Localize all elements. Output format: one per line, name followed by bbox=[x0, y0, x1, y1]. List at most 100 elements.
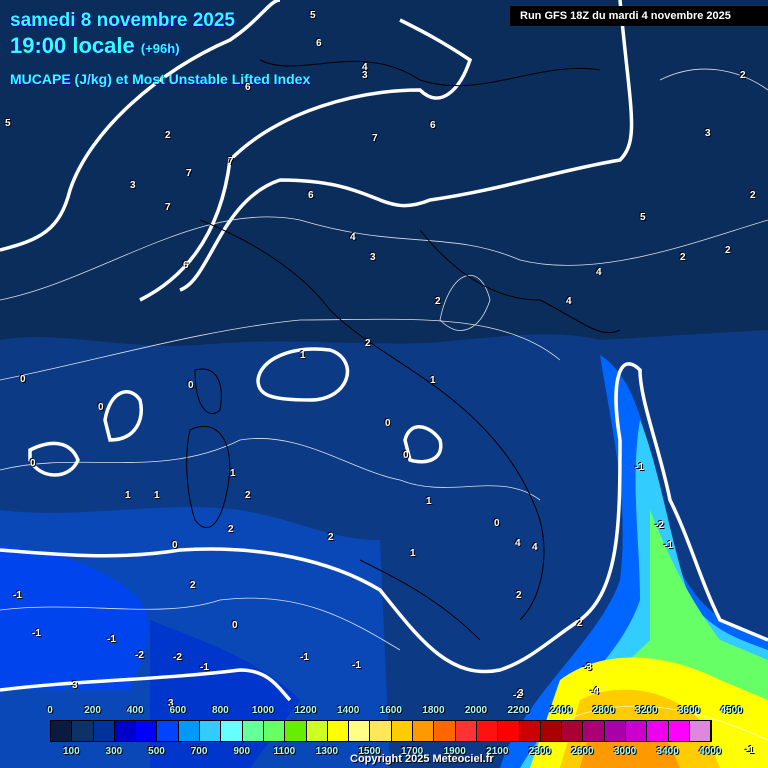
legend-tick-label: 4000 bbox=[699, 746, 722, 757]
lifted-index-label: 0 bbox=[188, 380, 194, 391]
lifted-index-label: 7 bbox=[228, 156, 234, 167]
lifted-index-label: 2 bbox=[328, 532, 334, 543]
lifted-index-label: 1 bbox=[410, 548, 416, 559]
lifted-index-label: 2 bbox=[228, 524, 234, 535]
lifted-index-label: 4 bbox=[566, 296, 572, 307]
lifted-index-label: -2 bbox=[173, 652, 182, 663]
legend-swatch bbox=[263, 721, 286, 741]
legend-tick-label: 1600 bbox=[379, 705, 402, 716]
legend-swatch bbox=[583, 721, 605, 741]
lifted-index-label: 3 bbox=[518, 688, 524, 699]
lifted-index-label: -1 bbox=[200, 662, 209, 673]
legend-tick-label: 2400 bbox=[550, 705, 573, 716]
lifted-index-label: 1 bbox=[426, 496, 432, 507]
lifted-index-label: 2 bbox=[190, 580, 196, 591]
lifted-index-label: 3 bbox=[130, 180, 136, 191]
cape-field bbox=[0, 0, 768, 768]
lifted-index-label: 6 bbox=[316, 38, 322, 49]
lifted-index-label: 0 bbox=[385, 418, 391, 429]
lifted-index-label: 5 bbox=[310, 10, 316, 21]
legend-tick-label: 2600 bbox=[571, 746, 594, 757]
lifted-index-label: 0 bbox=[30, 458, 36, 469]
lifted-index-label: 4 bbox=[532, 542, 538, 553]
legend-swatch bbox=[285, 721, 307, 741]
lifted-index-label: 6 bbox=[183, 260, 189, 271]
legend-tick-label: 4500 bbox=[720, 705, 743, 716]
legend-tick-label: 3600 bbox=[677, 705, 701, 716]
legend-swatch bbox=[668, 721, 690, 741]
legend-tick-label: 400 bbox=[126, 705, 144, 716]
legend-swatch bbox=[391, 721, 414, 741]
lead-time: (+96h) bbox=[140, 41, 180, 56]
legend-tick-label: 500 bbox=[148, 746, 165, 757]
legend-tick-label: 800 bbox=[212, 705, 229, 716]
legend-swatch bbox=[476, 721, 499, 741]
lifted-index-label: 5 bbox=[640, 212, 646, 223]
legend-tick-label: 700 bbox=[190, 746, 208, 757]
legend-tick-label: 100 bbox=[62, 746, 80, 757]
legend-tick-label: 600 bbox=[169, 705, 187, 716]
legend-swatch bbox=[562, 721, 584, 741]
lifted-index-label: 4 bbox=[515, 538, 521, 549]
legend-swatch bbox=[178, 721, 201, 741]
legend-swatch bbox=[157, 721, 179, 741]
lifted-index-label: 3 bbox=[370, 252, 376, 263]
legend-tick-label: 900 bbox=[233, 746, 251, 757]
legend-tick-label: 0 bbox=[47, 705, 53, 716]
lifted-index-label: 6 bbox=[430, 120, 436, 131]
legend-swatch bbox=[434, 721, 456, 741]
lifted-index-label: 2 bbox=[750, 190, 756, 201]
legend-swatch bbox=[242, 721, 264, 741]
legend-tick-label: 2800 bbox=[592, 705, 615, 716]
lifted-index-label: 0 bbox=[20, 374, 26, 385]
legend-tick-label: 300 bbox=[105, 746, 123, 757]
lifted-index-label: -1 bbox=[107, 634, 116, 645]
legend-tick-label: 2200 bbox=[507, 705, 530, 716]
lifted-index-label: -2 bbox=[655, 520, 664, 531]
lifted-index-label: 2 bbox=[245, 490, 251, 501]
legend-tick-label: 1400 bbox=[337, 705, 360, 716]
legend-swatch bbox=[519, 721, 541, 741]
lifted-index-label: 6 bbox=[245, 82, 251, 93]
lifted-index-label: 0 bbox=[494, 518, 500, 529]
lifted-index-label: -1 bbox=[635, 462, 644, 473]
lifted-index-label: 0 bbox=[172, 540, 178, 551]
lifted-index-label: 7 bbox=[186, 168, 192, 179]
lifted-index-label: 2 bbox=[516, 590, 522, 601]
parameter-title: MUCAPE (J/kg) et Most Unstable Lifted In… bbox=[10, 71, 311, 87]
lifted-index-label: 2 bbox=[740, 70, 746, 81]
lifted-index-label: 1 bbox=[125, 490, 131, 501]
lifted-index-label: -1 bbox=[13, 590, 22, 601]
legend-tick-label: 3200 bbox=[635, 705, 658, 716]
legend-tick-label: 1300 bbox=[315, 746, 339, 757]
local-time: 19:00 locale bbox=[10, 33, 135, 58]
legend-tick-label: 200 bbox=[84, 705, 101, 716]
forecast-time: 19:00 locale (+96h) bbox=[10, 33, 180, 59]
legend-tick-label: 1100 bbox=[273, 746, 296, 757]
legend-swatch bbox=[136, 721, 158, 741]
legend-swatch bbox=[604, 721, 627, 741]
legend-swatch bbox=[413, 721, 435, 741]
lifted-index-label: -4 bbox=[590, 686, 599, 697]
lifted-index-label: -3 bbox=[583, 662, 592, 673]
forecast-date: samedi 8 novembre 2025 bbox=[10, 10, 235, 31]
model-run-label: Run GFS 18Z du mardi 4 novembre 2025 bbox=[510, 6, 768, 26]
legend-swatch bbox=[51, 721, 73, 741]
legend-swatch bbox=[221, 721, 243, 741]
lifted-index-label: 2 bbox=[365, 338, 371, 349]
lifted-index-label: 4 bbox=[596, 267, 602, 278]
legend-tick-label: 2000 bbox=[464, 705, 488, 716]
legend-swatch bbox=[200, 721, 222, 741]
lifted-index-label: 7 bbox=[372, 133, 378, 144]
legend-tick-label: 1200 bbox=[294, 705, 317, 716]
lifted-index-label: -1 bbox=[300, 652, 309, 663]
lifted-index-label: 2 bbox=[435, 296, 441, 307]
legend-swatch bbox=[626, 721, 648, 741]
legend-tick-label: 1800 bbox=[422, 705, 445, 716]
lifted-index-label: 6 bbox=[308, 190, 314, 201]
copyright: Copyright 2025 Meteociel.fr bbox=[350, 753, 494, 765]
lifted-index-label: 7 bbox=[165, 202, 171, 213]
lifted-index-label: 5 bbox=[5, 118, 11, 129]
lifted-index-label: 2 bbox=[577, 618, 583, 629]
legend-tick-label: 3000 bbox=[613, 746, 637, 757]
